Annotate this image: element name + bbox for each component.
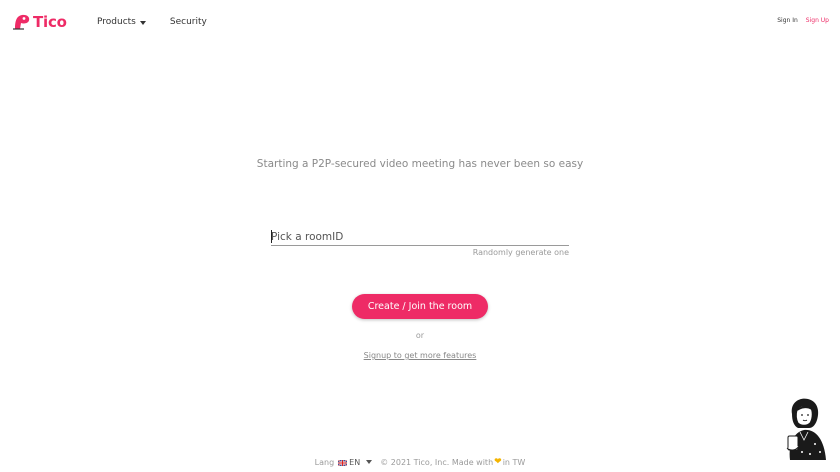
logo-text: Tico (33, 13, 67, 31)
nav-products[interactable]: Products (97, 17, 146, 27)
yellow-heart-icon: ❤ (494, 457, 502, 467)
tico-logo-icon (12, 12, 32, 32)
chevron-down-icon (139, 20, 146, 25)
nav-security-label: Security (169, 17, 207, 27)
nav-products-label: Products (97, 17, 136, 27)
random-room-link[interactable]: Randomly generate one (271, 248, 569, 257)
language-select[interactable]: Lang EN (315, 458, 373, 467)
lang-code: EN (349, 457, 361, 467)
chevron-down-icon (366, 460, 373, 464)
uk-flag-icon (337, 459, 348, 467)
copyright-text: © 2021 Tico, Inc. Made with (380, 457, 494, 467)
person-illustration (782, 396, 830, 460)
signin-link[interactable]: Sign In (777, 17, 798, 24)
logo[interactable]: Tico (12, 11, 67, 33)
room-id-input[interactable] (271, 228, 569, 246)
or-divider: or (415, 331, 425, 340)
footer: Lang EN © 2021 Tico, Inc. Made with ❤ in… (0, 457, 840, 467)
nav-security[interactable]: Security (170, 17, 207, 27)
lang-label: Lang (314, 457, 335, 467)
main-nav: Products Security (97, 17, 207, 27)
signup-features-link[interactable]: Signup to get more features (0, 351, 840, 360)
auth-links: Sign In Sign Up (777, 17, 829, 24)
create-join-room-button[interactable]: Create / Join the room (352, 294, 488, 319)
signup-link-header[interactable]: Sign Up (806, 17, 829, 24)
text-cursor (271, 230, 272, 243)
tagline: Starting a P2P-secured video meeting has… (256, 158, 584, 170)
copyright-location: in TW (502, 457, 526, 467)
